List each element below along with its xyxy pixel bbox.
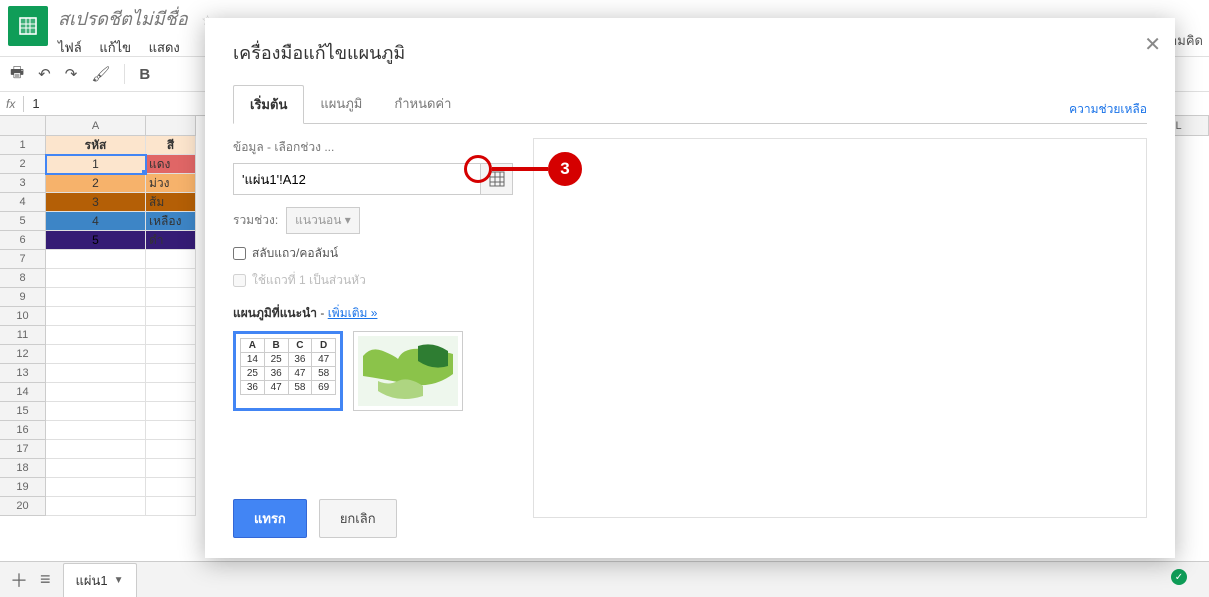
dialog-title: เครื่องมือแก้ไขแผนภูมิ xyxy=(233,38,1147,67)
recommended-label: แผนภูมิที่แนะนำ - เพิ่มเติม » xyxy=(233,304,513,323)
annotation-badge: 3 xyxy=(548,152,582,186)
data-range-label: ข้อมูล - เลือกช่วง ... xyxy=(233,138,513,157)
close-icon[interactable]: ✕ xyxy=(1144,32,1161,57)
chart-preview xyxy=(533,138,1147,518)
use-row1-header-checkbox[interactable]: ใช้แถวที่ 1 เป็นส่วนหัว xyxy=(233,271,513,290)
data-range-input[interactable] xyxy=(234,166,480,193)
combine-select[interactable]: แนวนอน ▾ xyxy=(286,207,360,234)
combine-label: รวมช่วง: xyxy=(233,211,278,230)
tab-charts[interactable]: แผนภูมิ xyxy=(304,85,378,123)
tab-start[interactable]: เริ่มต้น xyxy=(233,85,304,124)
help-link[interactable]: ความช่วยเหลือ xyxy=(1069,100,1147,119)
switch-rows-cols-checkbox[interactable]: สลับแถว/คอลัมน์ xyxy=(233,244,513,263)
annotation-line xyxy=(492,167,548,171)
insert-button[interactable]: แทรก xyxy=(233,499,307,538)
annotation-ring xyxy=(464,155,492,183)
cancel-button[interactable]: ยกเลิก xyxy=(319,499,397,538)
more-link[interactable]: เพิ่มเติม » xyxy=(328,306,378,320)
chart-thumb-table[interactable]: ABCD 14253647 25364758 36475869 xyxy=(233,331,343,411)
chart-thumb-map[interactable] xyxy=(353,331,463,411)
chart-editor-dialog: ✕ เครื่องมือแก้ไขแผนภูมิ เริ่มต้น แผนภูม… xyxy=(205,18,1175,558)
tab-customize[interactable]: กำหนดค่า xyxy=(378,85,467,123)
